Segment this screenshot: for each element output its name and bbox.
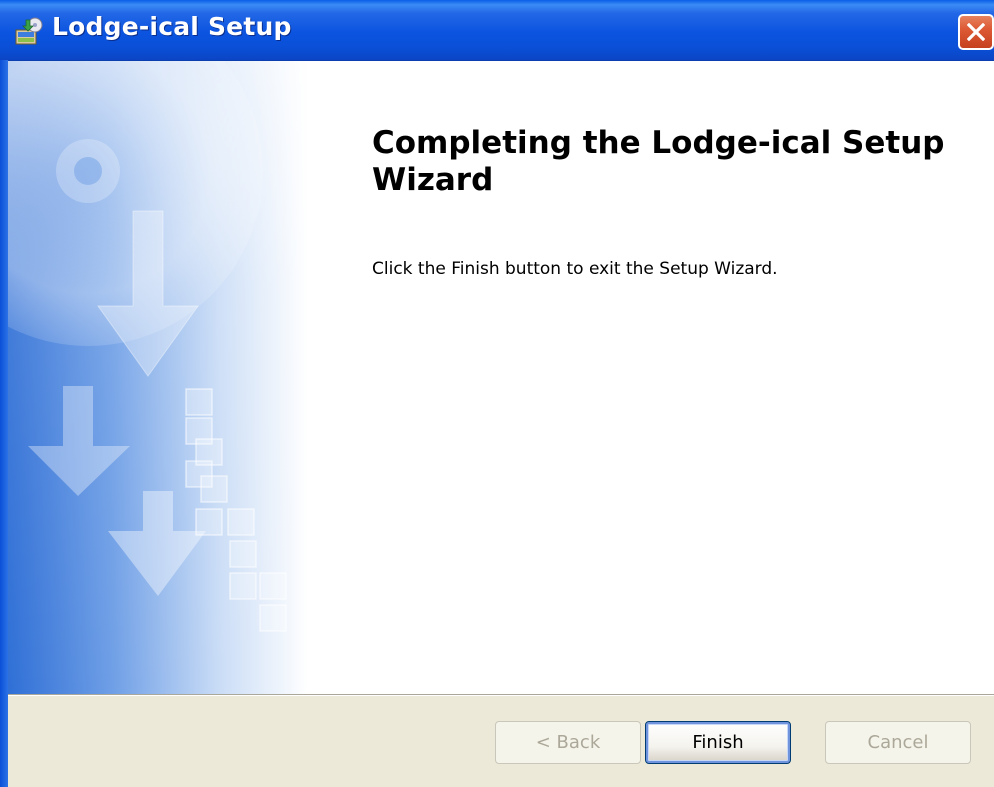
close-icon [967, 23, 985, 41]
window-border-left [0, 60, 8, 787]
close-button[interactable] [958, 14, 994, 50]
button-bar: < Back Finish Cancel [8, 696, 994, 787]
wizard-content: Completing the Lodge-ical Setup Wizard C… [8, 61, 994, 694]
setup-window: Lodge-ical Setup Completing the Lodge-ic… [0, 0, 994, 787]
title-bar[interactable]: Lodge-ical Setup [0, 0, 994, 61]
wizard-banner-image [8, 61, 308, 694]
installer-icon [14, 16, 44, 46]
cancel-button[interactable]: Cancel [825, 721, 971, 764]
window-title: Lodge-ical Setup [52, 12, 292, 41]
back-button[interactable]: < Back [495, 721, 641, 764]
finish-button[interactable]: Finish [645, 721, 791, 764]
wizard-message: Click the Finish button to exit the Setu… [372, 259, 778, 279]
wizard-heading: Completing the Lodge-ical Setup Wizard [372, 125, 945, 198]
